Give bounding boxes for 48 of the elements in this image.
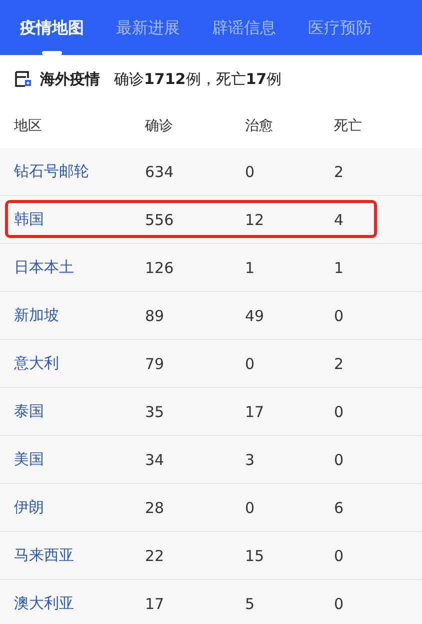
table-cell: 0 xyxy=(334,594,344,612)
tab[interactable]: 疫情地图 xyxy=(14,0,90,55)
table-cell-text: 5 xyxy=(244,594,256,612)
table-cell-text: 12 xyxy=(244,210,266,228)
region-link[interactable]: 伊朗 xyxy=(0,498,129,517)
table-cell-text: 556 xyxy=(144,210,175,228)
table-cell: 0 xyxy=(334,546,344,564)
table-cell-text: 89 xyxy=(144,306,166,324)
region-link[interactable]: 日本本土 xyxy=(0,258,129,277)
table-cell: 0 xyxy=(334,402,344,420)
table-cell-text: 49 xyxy=(244,306,266,324)
table-cell-text: 28 xyxy=(144,498,166,516)
table-cell: 0 xyxy=(334,450,344,468)
table-cell-text: 15 xyxy=(244,546,266,564)
region-link[interactable]: 泰国 xyxy=(0,402,129,421)
table-cell: 4 xyxy=(334,210,344,228)
region-link[interactable]: 意大利 xyxy=(0,354,129,373)
summary-text: 确诊1712例，死亡17例 xyxy=(114,70,282,88)
region-link[interactable]: 马来西亚 xyxy=(0,546,129,565)
column-header: 确诊 xyxy=(144,116,174,134)
table-cell-text: 35 xyxy=(144,402,166,420)
table-cell-text: 0 xyxy=(244,498,256,516)
table-cell: 6 xyxy=(334,498,344,516)
region-link[interactable]: 美国 xyxy=(0,450,129,469)
table-cell-text: 3 xyxy=(244,450,256,468)
table-cell-text: 1 xyxy=(244,258,256,276)
column-header: 治愈 xyxy=(244,116,274,134)
table-cell-text: 79 xyxy=(144,354,166,372)
table-cell: 0 xyxy=(334,306,344,324)
region-link[interactable]: 钻石号邮轮 xyxy=(0,162,129,181)
table-cell-text: 0 xyxy=(244,354,256,372)
table-cell-text: 17 xyxy=(144,594,166,612)
region-link[interactable]: 新加坡 xyxy=(0,306,129,325)
table-cell-text: 17 xyxy=(244,402,266,420)
region-link[interactable]: 韩国 xyxy=(0,210,129,229)
document-icon xyxy=(14,70,32,88)
section-title: 海外疫情 xyxy=(40,70,100,88)
table-cell: 2 xyxy=(334,162,344,180)
table-cell-text: 0 xyxy=(244,162,256,180)
table-cell-text: 22 xyxy=(144,546,166,564)
table-cell-text: 634 xyxy=(144,162,175,180)
table-cell: 1 xyxy=(334,258,344,276)
table-cell: 2 xyxy=(334,354,344,372)
column-header: 死亡 xyxy=(334,116,362,134)
table-cell-text: 34 xyxy=(144,450,166,468)
region-link[interactable]: 澳大利亚 xyxy=(0,594,129,613)
column-header: 地区 xyxy=(13,116,43,134)
table-cell-text: 126 xyxy=(144,258,175,276)
